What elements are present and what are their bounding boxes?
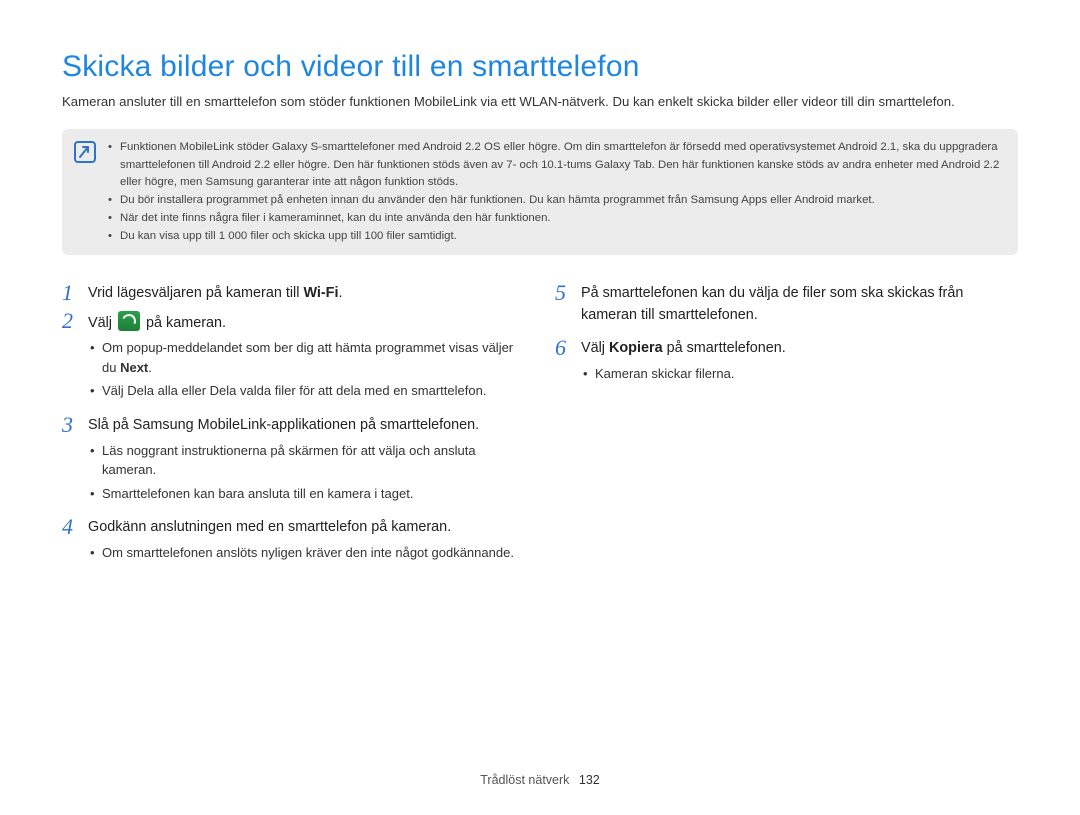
step-number: 2: [62, 309, 88, 409]
step-6-text-pre: Välj: [581, 340, 609, 356]
left-column: 1 Vrid lägesväljaren på kameran till Wi-…: [62, 281, 525, 574]
wifi-label: Wi-Fi: [303, 285, 338, 301]
step-body: Godkänn anslutningen med en smarttelefon…: [88, 515, 514, 570]
step-4: 4 Godkänn anslutningen med en smarttelef…: [62, 515, 525, 570]
step-2: 2 Välj på kameran. Om popup-meddelandet …: [62, 309, 525, 409]
columns: 1 Vrid lägesväljaren på kameran till Wi-…: [62, 281, 1018, 574]
step-body: Välj på kameran. Om popup-meddelandet so…: [88, 309, 525, 409]
step-2-sub-a-pre: Om popup-meddelandet som ber dig att häm…: [102, 340, 513, 375]
footer-page-number: 132: [579, 773, 600, 787]
step-5-text: På smarttelefonen kan du välja de filer …: [581, 285, 963, 323]
step-1-text-post: .: [338, 285, 342, 301]
page-title: Skicka bilder och videor till en smartte…: [62, 50, 1018, 84]
note-list: Funktionen MobileLink stöder Galaxy S-sm…: [108, 139, 1002, 245]
step-3: 3 Slå på Samsung MobileLink-applikatione…: [62, 413, 525, 511]
step-1-text-pre: Vrid lägesväljaren på kameran till: [88, 285, 303, 301]
step-number: 5: [555, 281, 581, 326]
step-6-text-post: på smarttelefonen.: [663, 340, 786, 356]
step-2-text-pre: Välj: [88, 315, 116, 331]
step-3-sub-a: Läs noggrant instruktionerna på skärmen …: [88, 441, 525, 480]
step-2-sub-a: Om popup-meddelandet som ber dig att häm…: [88, 338, 525, 377]
step-4-sublist: Om smarttelefonen anslöts nyligen kräver…: [88, 543, 514, 563]
step-body: På smarttelefonen kan du välja de filer …: [581, 281, 1018, 326]
step-4-sub-a: Om smarttelefonen anslöts nyligen kräver…: [88, 543, 514, 563]
step-6-sub-a: Kameran skickar filerna.: [581, 364, 786, 384]
step-3-text: Slå på Samsung MobileLink-applikationen …: [88, 417, 479, 433]
intro-paragraph: Kameran ansluter till en smarttelefon so…: [62, 92, 1018, 111]
step-2-sub-a-bold: Next: [120, 360, 148, 375]
step-6-bold: Kopiera: [609, 340, 663, 356]
footer: Trådlöst nätverk 132: [0, 773, 1080, 787]
step-2-sub-a-post: .: [148, 360, 152, 375]
step-body: Vrid lägesväljaren på kameran till Wi-Fi…: [88, 281, 342, 305]
step-body: Välj Kopiera på smarttelefonen. Kameran …: [581, 336, 786, 391]
right-column: 5 På smarttelefonen kan du välja de file…: [555, 281, 1018, 574]
note-icon: [74, 141, 96, 163]
step-2-sub-b: Välj Dela alla eller Dela valda filer fö…: [88, 381, 525, 401]
step-6: 6 Välj Kopiera på smarttelefonen. Kamera…: [555, 336, 1018, 391]
step-6-sublist: Kameran skickar filerna.: [581, 364, 786, 384]
step-3-sublist: Läs noggrant instruktionerna på skärmen …: [88, 441, 525, 504]
step-2-text-post: på kameran.: [142, 315, 226, 331]
note-item: Funktionen MobileLink stöder Galaxy S-sm…: [108, 139, 1002, 192]
note-item: Du bör installera programmet på enheten …: [108, 192, 1002, 210]
note-box: Funktionen MobileLink stöder Galaxy S-sm…: [62, 129, 1018, 255]
note-item: När det inte finns några filer i kameram…: [108, 210, 1002, 228]
note-item: Du kan visa upp till 1 000 filer och ski…: [108, 228, 1002, 246]
step-4-text: Godkänn anslutningen med en smarttelefon…: [88, 519, 451, 535]
step-number: 4: [62, 515, 88, 570]
footer-section: Trådlöst nätverk: [480, 773, 569, 787]
mobilelink-icon: [118, 311, 140, 331]
step-3-sub-b: Smarttelefonen kan bara ansluta till en …: [88, 484, 525, 504]
step-5: 5 På smarttelefonen kan du välja de file…: [555, 281, 1018, 326]
step-number: 6: [555, 336, 581, 391]
step-number: 3: [62, 413, 88, 511]
step-body: Slå på Samsung MobileLink-applikationen …: [88, 413, 525, 511]
step-1: 1 Vrid lägesväljaren på kameran till Wi-…: [62, 281, 525, 305]
step-2-sublist: Om popup-meddelandet som ber dig att häm…: [88, 338, 525, 401]
step-number: 1: [62, 281, 88, 305]
page: Skicka bilder och videor till en smartte…: [0, 0, 1080, 815]
